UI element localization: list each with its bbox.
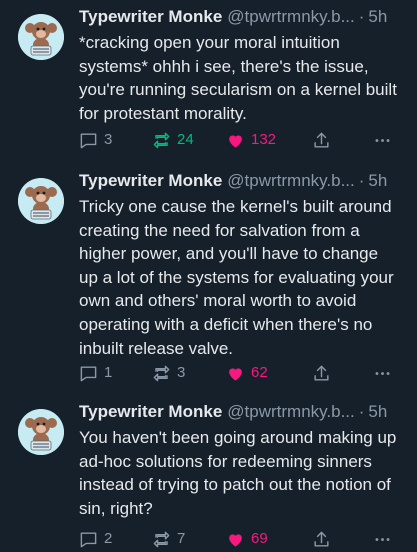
like-button[interactable]: 62	[226, 361, 268, 385]
like-count: 69	[251, 530, 268, 547]
avatar[interactable]	[18, 14, 64, 60]
more-dots-icon	[375, 138, 390, 142]
retweet-count: 24	[177, 131, 194, 148]
more-options-button[interactable]	[373, 527, 392, 551]
share-button[interactable]	[312, 527, 331, 551]
reply-count: 3	[104, 131, 113, 148]
user-handle[interactable]: @tpwrtrmnky.b...	[227, 168, 354, 194]
separator-dot: ·	[358, 7, 365, 26]
timeline: Typewriter Monke @tpwrtrmnky.b... · 5h *…	[0, 0, 417, 552]
retweet-arrows-icon	[153, 132, 170, 148]
reply-button[interactable]: 3	[79, 128, 112, 152]
display-name[interactable]: Typewriter Monke	[79, 4, 222, 30]
separator-dot: ·	[358, 171, 365, 190]
share-upload-icon	[314, 365, 329, 381]
share-upload-icon	[314, 531, 329, 547]
timestamp[interactable]: 5h	[368, 168, 387, 194]
retweet-count: 3	[177, 364, 186, 381]
heart-icon	[229, 367, 242, 381]
user-handle[interactable]: @tpwrtrmnky.b...	[227, 399, 354, 425]
reply-button[interactable]: 1	[79, 361, 112, 385]
more-dots-icon	[375, 537, 390, 541]
retweet-button[interactable]: 3	[152, 361, 185, 385]
heart-icon	[229, 533, 242, 547]
speech-bubble-icon	[80, 365, 97, 381]
display-name[interactable]: Typewriter Monke	[79, 168, 222, 194]
tweet-text: Tricky one cause the kernel's built arou…	[79, 197, 394, 358]
monkey-avatar-icon	[18, 178, 64, 224]
retweet-arrows-icon	[153, 365, 170, 381]
tweet-actions: 1 3 62	[79, 361, 405, 385]
more-options-button[interactable]	[373, 361, 392, 385]
retweet-arrows-icon	[153, 531, 170, 547]
tweet-content: Typewriter Monke @tpwrtrmnky.b... · 5h T…	[79, 168, 405, 360]
reply-count: 1	[104, 364, 113, 381]
reply-count: 2	[104, 530, 113, 547]
like-count: 132	[251, 131, 277, 148]
speech-bubble-icon	[80, 531, 97, 547]
avatar[interactable]	[18, 178, 64, 224]
tweet-header: Typewriter Monke @tpwrtrmnky.b... · 5h	[79, 168, 405, 194]
share-upload-icon	[314, 132, 329, 148]
avatar[interactable]	[18, 409, 64, 455]
tweet-header: Typewriter Monke @tpwrtrmnky.b... · 5h	[79, 399, 405, 425]
monkey-avatar-icon	[18, 409, 64, 455]
reply-button[interactable]: 2	[79, 527, 112, 551]
speech-bubble-icon	[80, 132, 97, 148]
tweet-text: You haven't been going around making up …	[79, 428, 397, 518]
timestamp[interactable]: 5h	[368, 399, 387, 425]
retweet-button[interactable]: 24	[152, 128, 194, 152]
tweet-header: Typewriter Monke @tpwrtrmnky.b... · 5h	[79, 4, 405, 30]
tweet-actions: 2 7 69	[79, 527, 405, 551]
like-count: 62	[251, 364, 268, 381]
retweet-count: 7	[177, 530, 186, 547]
tweet-content: Typewriter Monke @tpwrtrmnky.b... · 5h *…	[79, 4, 405, 125]
monkey-avatar-icon	[18, 14, 64, 60]
share-button[interactable]	[312, 361, 331, 385]
share-button[interactable]	[312, 128, 331, 152]
timestamp[interactable]: 5h	[368, 4, 387, 30]
more-options-button[interactable]	[373, 128, 392, 152]
like-button[interactable]: 69	[226, 527, 268, 551]
like-button[interactable]: 132	[226, 128, 276, 152]
tweet-content: Typewriter Monke @tpwrtrmnky.b... · 5h Y…	[79, 399, 405, 520]
retweet-button[interactable]: 7	[152, 527, 185, 551]
user-handle[interactable]: @tpwrtrmnky.b...	[227, 4, 354, 30]
tweet-actions: 3 24 132	[79, 128, 405, 152]
tweet-text: *cracking open your moral intuition syst…	[79, 33, 397, 123]
separator-dot: ·	[358, 402, 365, 421]
display-name[interactable]: Typewriter Monke	[79, 399, 222, 425]
heart-icon	[229, 134, 242, 148]
more-dots-icon	[375, 371, 390, 375]
